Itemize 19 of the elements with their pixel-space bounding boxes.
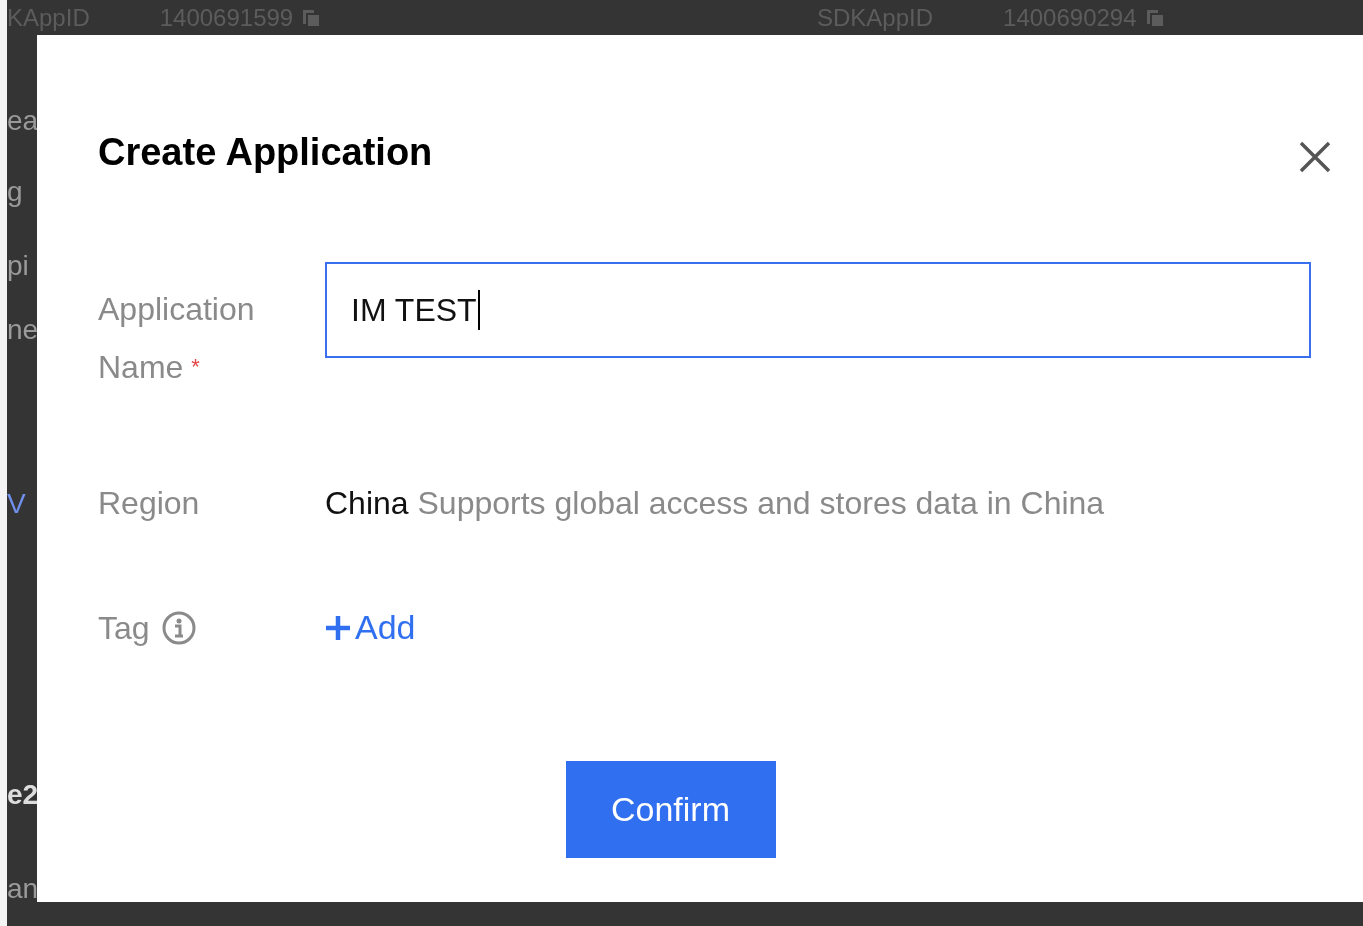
- background-text-fragment: g: [7, 177, 23, 206]
- background-text-fragment: an: [7, 874, 37, 903]
- info-icon[interactable]: [161, 610, 196, 645]
- plus-icon: [325, 614, 351, 641]
- field-label: Application Name *: [98, 290, 256, 387]
- confirm-button[interactable]: Confirm: [565, 761, 776, 858]
- input-field[interactable]: IM TEST: [325, 262, 1311, 358]
- background-text-fragment: pi: [7, 251, 29, 280]
- field-label: Region: [98, 485, 200, 521]
- dialog-title: Create Application: [98, 133, 433, 171]
- copy-icon: [1144, 7, 1165, 28]
- background-text-fragment: ne: [7, 316, 37, 345]
- region-text: China Supports global access and stores data in China: [325, 484, 1105, 523]
- background-text-fragment: e2: [7, 781, 37, 810]
- add-tag-link[interactable]: Add: [325, 602, 416, 653]
- background-text-fragment: V: [7, 489, 26, 518]
- close-icon: [1299, 141, 1331, 173]
- field-label: Tag: [98, 608, 150, 648]
- copy-icon: [301, 7, 322, 28]
